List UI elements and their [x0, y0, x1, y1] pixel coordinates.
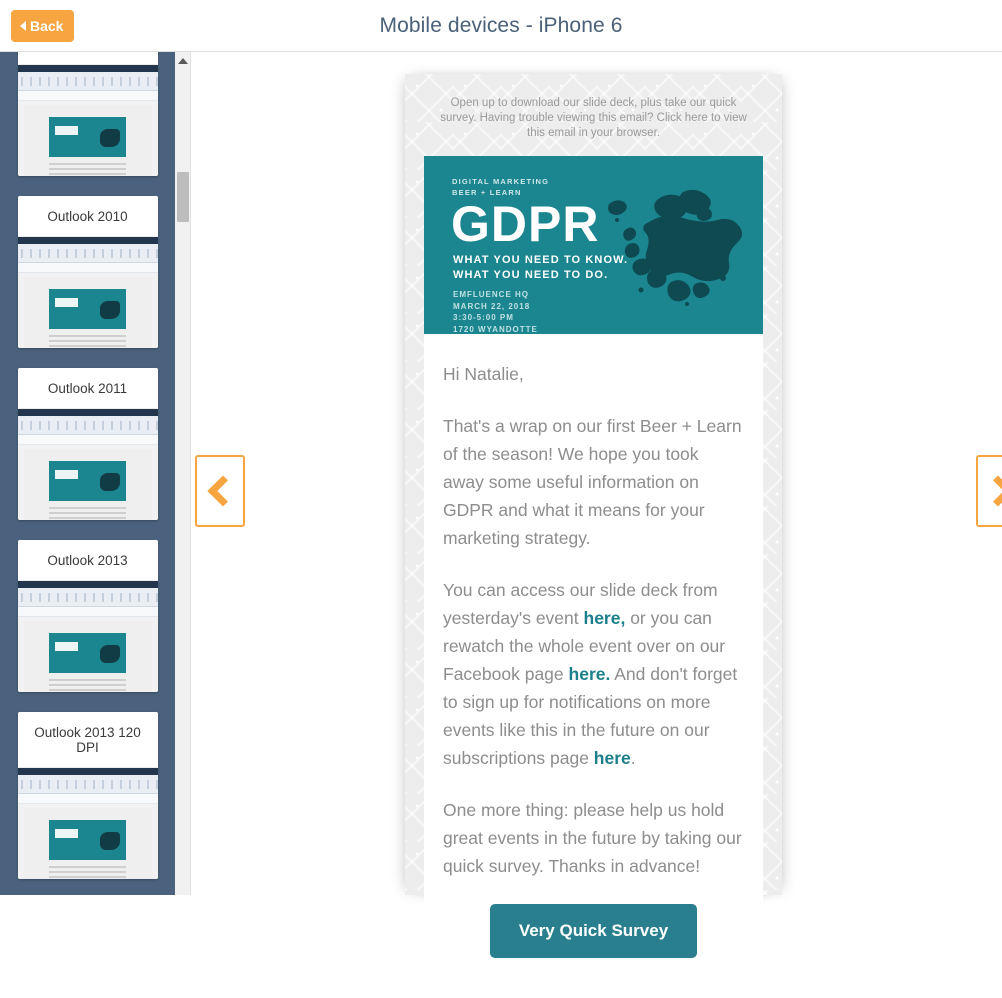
previous-device-button[interactable]	[195, 455, 245, 527]
back-button-label: Back	[30, 18, 63, 34]
email-paragraph-3: One more thing: please help us hold grea…	[443, 796, 744, 880]
preview-stage: Open up to download our slide deck, plus…	[191, 52, 1002, 895]
email-paragraph-1: That's a wrap on our first Beer + Learn …	[443, 412, 744, 552]
sidebar-item-outlook-2010[interactable]: Outlook 2010	[18, 196, 158, 348]
device-list: Outlook 2007 Outlook 2010 Outlook 2011	[0, 52, 175, 895]
hero-title: GDPR	[451, 198, 599, 250]
hero-kicker: DIGITAL MARKETING BEER + LEARN	[452, 176, 549, 198]
device-list-sidebar[interactable]: Outlook 2007 Outlook 2010 Outlook 2011	[0, 52, 175, 895]
next-device-button[interactable]	[976, 455, 1002, 527]
list-item-label: Outlook 2011	[18, 368, 158, 408]
very-quick-survey-button[interactable]: Very Quick Survey	[490, 904, 697, 958]
app-header: Back Mobile devices - iPhone 6	[0, 0, 1002, 52]
back-button[interactable]: Back	[11, 10, 74, 42]
chevron-right-icon	[982, 475, 1002, 506]
email-preheader: Open up to download our slide deck, plus…	[405, 74, 782, 141]
list-item-label: Outlook 2013	[18, 540, 158, 580]
email-copy: Hi Natalie, That's a wrap on our first B…	[424, 334, 763, 880]
email-hero-banner: DIGITAL MARKETING BEER + LEARN GDPR WHAT…	[424, 156, 763, 334]
subscriptions-page-link[interactable]: here	[594, 748, 631, 768]
thumbnail-preview	[18, 64, 158, 176]
sidebar-item-outlook-2011[interactable]: Outlook 2011	[18, 368, 158, 520]
scrollbar-thumb[interactable]	[177, 172, 189, 222]
email-body: DIGITAL MARKETING BEER + LEARN GDPR WHAT…	[424, 156, 763, 998]
slide-deck-link[interactable]: here,	[584, 608, 626, 628]
chevron-left-icon	[20, 21, 26, 31]
europe-map-icon	[595, 182, 745, 312]
email-paragraph-2: You can access our slide deck from yeste…	[443, 576, 744, 772]
thumbnail-preview	[18, 580, 158, 692]
list-item-label: Outlook 2007	[18, 52, 158, 64]
page-title: Mobile devices - iPhone 6	[0, 0, 1002, 52]
thumbnail-preview	[18, 767, 158, 879]
caret-up-icon[interactable]	[178, 58, 188, 64]
thumbnail-preview	[18, 408, 158, 520]
list-item-label: Outlook 2013 120 DPI	[18, 712, 158, 767]
sidebar-item-outlook-2007[interactable]: Outlook 2007	[18, 52, 158, 176]
chevron-left-icon	[207, 475, 238, 506]
thumbnail-preview	[18, 236, 158, 348]
email-cta-container: Very Quick Survey	[424, 904, 763, 998]
paragraph-2-part-4: .	[631, 748, 636, 768]
sidebar-item-outlook-2013-120-dpi[interactable]: Outlook 2013 120 DPI	[18, 712, 158, 879]
sidebar-scrollbar[interactable]	[175, 52, 191, 895]
device-preview-frame: Open up to download our slide deck, plus…	[405, 74, 782, 895]
list-item-label: Outlook 2010	[18, 196, 158, 236]
hero-event-details: EMFLUENCE HQ MARCH 22, 2018 3:30-5:00 PM…	[453, 289, 538, 334]
email-greeting: Hi Natalie,	[443, 360, 744, 388]
facebook-page-link[interactable]: here.	[569, 664, 611, 684]
sidebar-item-outlook-2013[interactable]: Outlook 2013	[18, 540, 158, 692]
